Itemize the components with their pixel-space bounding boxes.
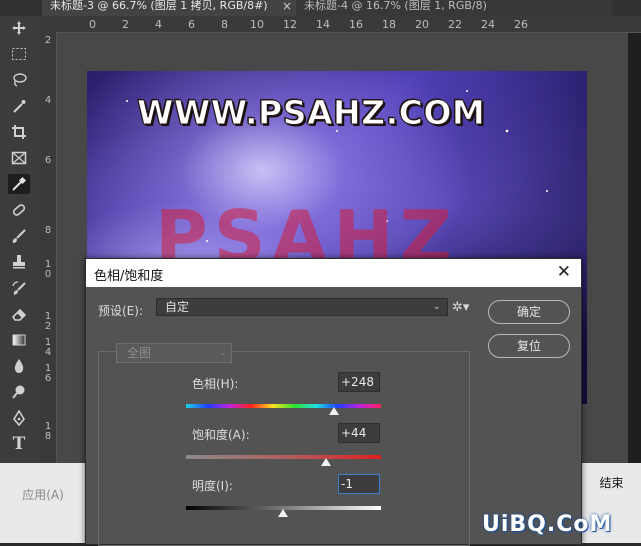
close-icon[interactable]: ✕: [557, 262, 571, 282]
lightness-input[interactable]: -1: [338, 474, 380, 494]
apply-button[interactable]: 应用(A): [8, 484, 78, 506]
dialog-titlebar[interactable]: 色相/饱和度 ✕: [86, 259, 581, 287]
gradient-icon[interactable]: [8, 330, 30, 350]
chevron-down-icon: ⌄: [432, 301, 441, 312]
brush-icon[interactable]: [8, 226, 30, 246]
saturation-slider-track[interactable]: [186, 455, 381, 459]
ruler-mark: 2: [44, 35, 52, 46]
ruler-mark: 0: [89, 18, 96, 31]
range-select[interactable]: 全图 ⌄: [116, 343, 232, 363]
preset-value: 自定: [165, 300, 190, 314]
end-button[interactable]: 结束: [582, 472, 641, 494]
ruler-mark: 8: [221, 18, 228, 31]
ruler-mark: 16: [349, 18, 363, 31]
range-value: 全图: [127, 346, 152, 360]
ruler-mark: 26: [514, 18, 528, 31]
ok-button[interactable]: 确定: [488, 300, 570, 324]
quick-select-icon[interactable]: [8, 96, 30, 116]
healing-icon[interactable]: [8, 200, 30, 220]
document-tab-active[interactable]: 未标题-3 @ 66.7% (图层 1 拷贝, RGB/8#): [42, 0, 298, 16]
hue-slider-track[interactable]: [186, 404, 381, 408]
ruler-mark: 1 6: [44, 363, 52, 384]
tab-close-icon[interactable]: ×: [282, 0, 292, 16]
preset-label: 预设(E):: [98, 304, 143, 318]
gear-icon[interactable]: ✲▾: [452, 300, 469, 315]
ruler-mark: 18: [382, 18, 396, 31]
ruler-mark: 24: [481, 18, 495, 31]
frame-icon[interactable]: [8, 148, 30, 168]
saturation-input[interactable]: +44: [338, 423, 380, 443]
right-panel-edge: [628, 33, 641, 463]
lightness-label: 明度(I):: [192, 479, 233, 493]
marquee-icon[interactable]: [8, 44, 30, 64]
pen-icon[interactable]: [8, 408, 30, 428]
ruler-mark: 10: [250, 18, 264, 31]
lasso-icon[interactable]: [8, 70, 30, 90]
hue-input[interactable]: +248: [338, 372, 380, 392]
document-tab[interactable]: 未标题-4 @ 16.7% (图层 1, RGB/8): [296, 0, 612, 16]
ruler-mark: 1 2: [44, 311, 52, 332]
eraser-icon[interactable]: [8, 304, 30, 324]
hue-saturation-dialog: 色相/饱和度 ✕ 预设(E): 自定 ⌄ ✲▾ 确定 复位 全图 ⌄ 色相(H)…: [85, 258, 582, 546]
vertical-ruler: 2 4 6 8 1 0 1 2 1 4 1 6 1 8: [40, 32, 57, 463]
tools-panel: T: [0, 16, 41, 463]
ruler-mark: 4: [155, 18, 162, 31]
hue-slider-thumb[interactable]: [329, 407, 340, 415]
ruler-mark: 12: [283, 18, 297, 31]
saturation-slider-thumb[interactable]: [321, 458, 332, 466]
type-icon[interactable]: T: [8, 434, 30, 454]
horizontal-ruler: 0 2 4 6 8 10 12 14 16 18 20 22 24 26: [40, 16, 641, 33]
tab-label: 未标题-4 @ 16.7% (图层 1, RGB/8): [304, 0, 487, 12]
dodge-icon[interactable]: [8, 382, 30, 402]
ruler-mark: 6: [44, 155, 52, 166]
ruler-mark: 1 4: [44, 337, 52, 358]
canvas-watermark: WWW.PSAHZ.COM: [136, 93, 486, 133]
stamp-icon[interactable]: [8, 252, 30, 272]
move-icon[interactable]: [8, 18, 30, 38]
ruler-mark: 1 8: [44, 421, 52, 442]
ruler-mark: 6: [188, 18, 195, 31]
ruler-mark: 22: [448, 18, 462, 31]
tab-label: 未标题-3 @ 66.7% (图层 1 拷贝, RGB/8#): [50, 0, 268, 12]
ruler-mark: 1 0: [44, 259, 52, 280]
ruler-mark: 8: [44, 225, 52, 236]
chevron-down-icon: ⌄: [218, 347, 227, 358]
ruler-mark: 14: [316, 18, 330, 31]
ruler-mark: 20: [415, 18, 429, 31]
blur-icon[interactable]: [8, 356, 30, 376]
crop-icon[interactable]: [8, 122, 30, 142]
dialog-title: 色相/饱和度: [94, 269, 164, 284]
lightness-slider-thumb[interactable]: [277, 509, 288, 517]
reset-button[interactable]: 复位: [488, 334, 570, 358]
site-logo: UiBQ.CoM: [482, 512, 613, 537]
hue-label: 色相(H):: [192, 377, 239, 391]
preset-select[interactable]: 自定 ⌄: [156, 298, 448, 316]
history-brush-icon[interactable]: [8, 278, 30, 298]
eyedropper-icon[interactable]: [8, 174, 30, 194]
ruler-mark: 4: [44, 95, 52, 106]
ruler-mark: 2: [122, 18, 129, 31]
saturation-label: 饱和度(A):: [192, 428, 250, 442]
